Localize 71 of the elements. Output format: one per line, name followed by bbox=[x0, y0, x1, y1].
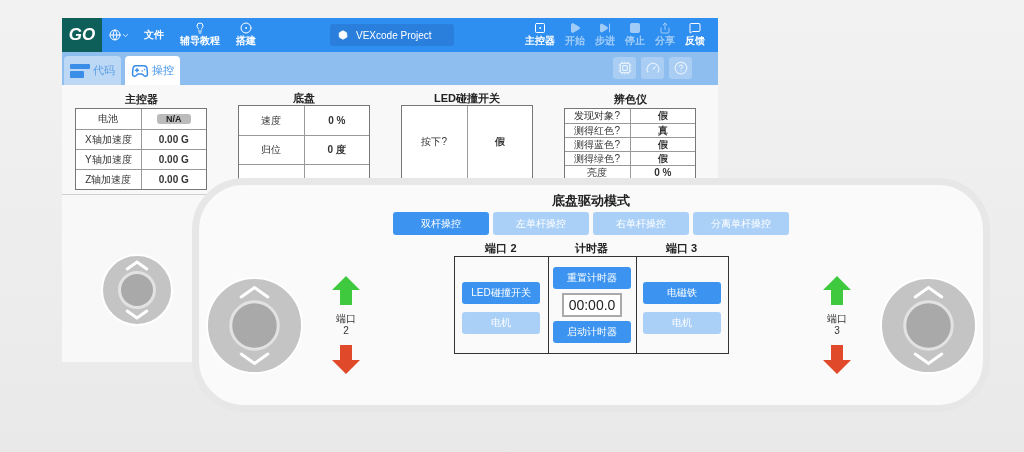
table-title: LED碰撞开关 bbox=[434, 91, 500, 105]
table-cell: 假 bbox=[629, 152, 695, 165]
mode-button[interactable]: 双杆操控 bbox=[393, 212, 489, 235]
timer-display: 00:00.0 bbox=[562, 293, 622, 317]
table-cell-text: 测得红色? bbox=[573, 124, 622, 137]
port-number: 3 bbox=[834, 325, 840, 337]
table-cell-text: 电池 bbox=[97, 112, 120, 126]
mode-button[interactable]: 左单杆操控 bbox=[493, 212, 589, 235]
mode-button[interactable]: 分离单杆操控 bbox=[693, 212, 789, 235]
logo: GO bbox=[62, 18, 102, 52]
port-label: 端口 bbox=[827, 313, 847, 325]
table-cell-text: Y轴加速度 bbox=[83, 152, 133, 167]
device-icon[interactable] bbox=[613, 57, 636, 79]
port-number: 2 bbox=[343, 325, 349, 337]
table-cell-text: X轴加速度 bbox=[83, 132, 133, 147]
table-cell-text: Z轴加速度 bbox=[84, 172, 133, 187]
stop-icon bbox=[629, 22, 641, 34]
table-title: 辨色仪 bbox=[613, 92, 647, 107]
globe-icon bbox=[108, 29, 121, 41]
table-cell: 假 bbox=[629, 138, 695, 151]
device-button[interactable]: LED碰撞开关 bbox=[462, 282, 540, 304]
table-cell-text: 归位 bbox=[260, 143, 283, 157]
panel-title: 底盘驱动模式 bbox=[552, 192, 630, 210]
table-cell: 0.00 G bbox=[140, 150, 206, 169]
table-cell-text: 速度 bbox=[260, 113, 283, 128]
port-label: 端口 bbox=[336, 313, 356, 325]
up-arrow-icon[interactable] bbox=[823, 276, 851, 305]
start-timer-button[interactable]: 启动计时器 bbox=[553, 321, 631, 343]
table-cell: 0.00 G bbox=[140, 130, 206, 149]
joystick[interactable] bbox=[100, 253, 174, 327]
table-cell-text: 测得蓝色? bbox=[573, 138, 622, 151]
toolbar-button[interactable]: 反馈 bbox=[685, 34, 705, 48]
hexagon-icon bbox=[338, 30, 348, 40]
table-cell: 真 bbox=[629, 124, 695, 137]
table-cell-text: 测得绿色? bbox=[573, 152, 622, 165]
menu-item[interactable]: 辅导教程 bbox=[180, 34, 220, 48]
table-cell-text: 按下? bbox=[420, 135, 449, 149]
up-arrow-icon[interactable] bbox=[332, 276, 360, 305]
project-title[interactable]: VEXcode Project bbox=[330, 24, 454, 46]
table-title: 主控器 bbox=[124, 92, 158, 107]
table-cell: 0 度 bbox=[303, 136, 369, 164]
table-cell: 0 % bbox=[303, 106, 369, 135]
code-blocks-icon bbox=[70, 63, 90, 78]
column-title: 计时器 bbox=[574, 241, 609, 256]
device-button[interactable]: 电磁铁 bbox=[643, 282, 721, 304]
share-icon bbox=[659, 22, 671, 34]
target-icon bbox=[240, 22, 252, 34]
mode-button[interactable]: 右单杆操控 bbox=[593, 212, 689, 235]
table-cell: 假 bbox=[629, 109, 695, 123]
tab[interactable]: 操控 bbox=[125, 56, 180, 85]
gauge-icon[interactable] bbox=[641, 57, 664, 79]
help-icon[interactable] bbox=[669, 57, 692, 79]
project-name: VEXcode Project bbox=[356, 29, 432, 41]
chat-icon bbox=[689, 22, 701, 34]
play-icon bbox=[569, 22, 581, 34]
lightbulb-icon bbox=[194, 22, 206, 34]
menu-item[interactable]: 搭建 bbox=[236, 34, 256, 48]
table-cell-text: 亮度 bbox=[586, 166, 609, 179]
reset-timer-button[interactable]: 重置计时器 bbox=[553, 267, 631, 289]
down-arrow-icon[interactable] bbox=[332, 345, 360, 374]
tab[interactable]: 代码 bbox=[64, 56, 121, 85]
menu-item[interactable]: 文件 bbox=[144, 28, 164, 42]
brain-icon bbox=[534, 22, 546, 34]
step-icon bbox=[599, 22, 611, 34]
column-title: 端口 2 bbox=[484, 241, 518, 256]
column-title: 端口 3 bbox=[664, 241, 699, 256]
battery-indicator: N/A bbox=[157, 114, 191, 124]
table-title: 底盘 bbox=[293, 91, 315, 105]
down-arrow-icon[interactable] bbox=[823, 345, 851, 374]
toolbar-button[interactable]: 主控器 bbox=[525, 34, 555, 48]
table-cell-text: 发现对象? bbox=[573, 109, 622, 123]
